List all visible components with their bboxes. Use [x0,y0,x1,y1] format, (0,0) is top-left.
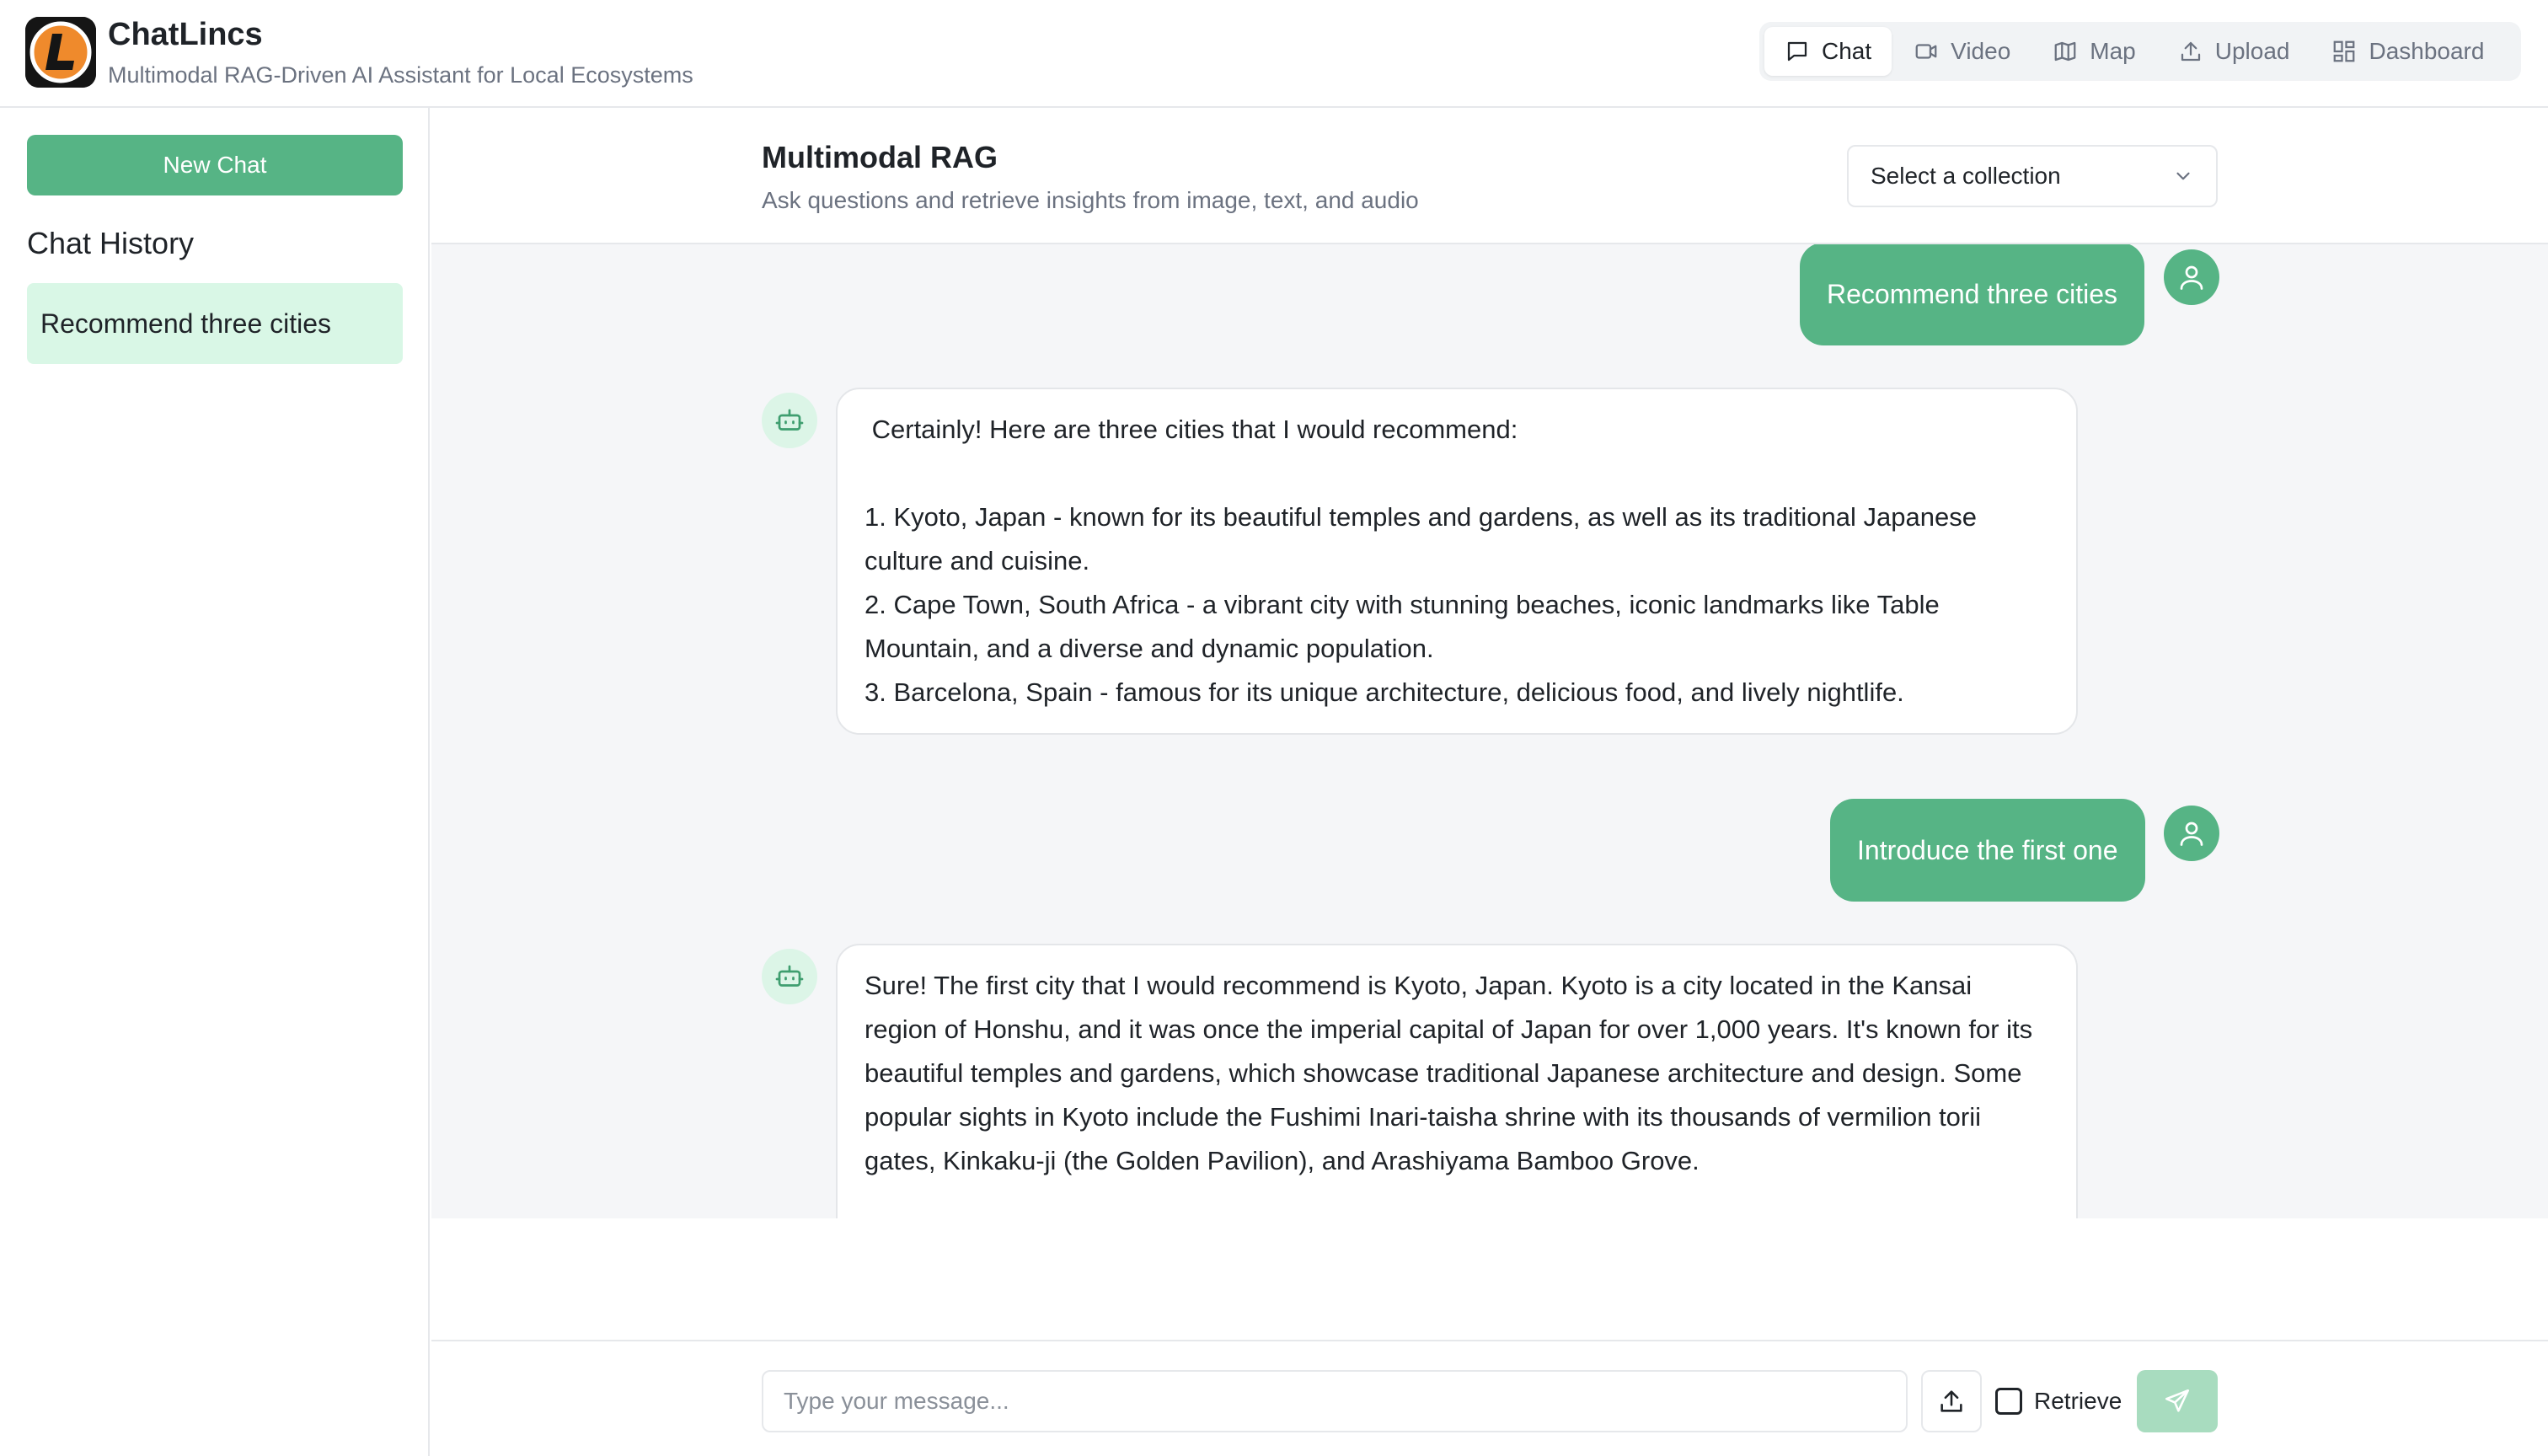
nav-upload[interactable]: Upload [2158,27,2310,76]
assistant-message-line: 1. Kyoto, Japan - known for its beautifu… [864,502,1977,575]
send-button[interactable] [2137,1370,2218,1432]
user-avatar [2164,806,2219,861]
page-title: Multimodal RAG [762,140,998,174]
chat-bottom-spacer [431,1218,2548,1340]
bot-icon [775,965,804,987]
retrieve-checkbox[interactable] [1995,1388,2022,1415]
retrieve-label: Retrieve [2034,1388,2122,1414]
new-chat-button[interactable]: New Chat [27,135,403,195]
map-icon [2054,41,2076,62]
nav-chat-label: Chat [1822,38,1872,64]
nav-map[interactable]: Map [2032,27,2155,76]
chatlincs-logo [25,17,96,88]
send-icon [2165,1389,2190,1412]
app-subtitle: Multimodal RAG-Driven AI Assistant for L… [108,62,693,88]
dashboard-icon [2334,40,2355,62]
assistant-message-line: Sure! The first city that I would recomm… [864,971,2033,1175]
assistant-message: Certainly! Here are three cities that I … [836,388,2078,735]
nav-map-label: Map [2090,38,2136,64]
logo-icon [25,17,96,88]
assistant-message-line: Certainly! Here are three cities that I … [864,415,1518,444]
user-avatar [2164,249,2219,305]
chat-history-title: Chat History [27,226,195,260]
chat-icon [1787,41,1807,62]
top-nav: Chat Video Map Upload Dashboard [1759,22,2521,81]
assistant-message-line: 3. Barcelona, Spain - famous for its uni… [864,677,1904,707]
chevron-down-icon [2176,172,2190,180]
sidebar: New Chat Chat History Recommend three ci… [0,108,430,1456]
nav-video[interactable]: Video [1893,27,2031,76]
chat-messages[interactable]: Recommend three cities Certainly! Here a… [431,244,2548,1218]
upload-icon [1940,1390,1962,1412]
video-icon [1915,44,1937,59]
message-input[interactable] [762,1370,1908,1432]
bot-icon [775,409,804,431]
attach-file-button[interactable] [1921,1370,1982,1432]
page-subtitle: Ask questions and retrieve insights from… [762,187,1419,213]
nav-dashboard[interactable]: Dashboard [2311,27,2504,76]
user-icon [2180,265,2203,290]
collection-select[interactable]: Select a collection [1847,145,2218,207]
main-header: Multimodal RAG Ask questions and retriev… [431,108,2548,244]
app-header: ChatLincs Multimodal RAG-Driven AI Assis… [0,0,2548,108]
retrieve-toggle: Retrieve [1995,1370,2122,1432]
chat-history-item[interactable]: Recommend three cities [27,283,403,364]
bot-avatar [762,949,817,1004]
user-message-text: Recommend three cities [1827,278,2118,309]
upload-icon [2181,41,2200,62]
assistant-message-line [864,452,2049,495]
nav-chat[interactable]: Chat [1764,27,1892,76]
user-message: Introduce the first one [1830,799,2145,902]
bot-avatar [762,393,817,448]
collection-select-value: Select a collection [1871,163,2061,189]
nav-upload-label: Upload [2214,38,2290,64]
nav-dashboard-label: Dashboard [2369,38,2485,64]
nav-video-label: Video [1951,38,2011,64]
message-composer: Retrieve [431,1340,2548,1456]
assistant-message: Sure! The first city that I would recomm… [836,944,2078,1218]
assistant-message-line: 2. Cape Town, South Africa - a vibrant c… [864,590,1940,663]
user-message-text: Introduce the first one [1857,834,2118,865]
app-title: ChatLincs [108,17,263,52]
user-message: Recommend three cities [1800,244,2145,345]
user-icon [2180,822,2203,846]
